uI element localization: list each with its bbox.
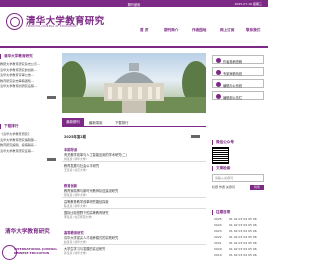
announcement-title: 清华大学教育研究: [0, 54, 58, 59]
archive-year[interactable]: 2022: [214, 235, 222, 239]
top-bar-center-text: 期刊使用: [127, 2, 141, 7]
archive-issues[interactable]: 01 02 03 04 05 06: [229, 247, 257, 251]
archive-issues[interactable]: 01 02 03 04 05 06: [229, 241, 257, 245]
nav-authors[interactable]: 作者园地: [192, 28, 206, 33]
archive-year[interactable]: 2021: [214, 241, 222, 245]
download-rank-item[interactable]: 清华大学教育研究征稿...: [0, 149, 58, 155]
main-nav: 首 页 期刊简介 作者园地 网上订阅 联系我们: [140, 28, 268, 34]
expert-review-button[interactable]: 专家审稿系统: [212, 67, 264, 76]
article-authors: 孙某某 (清华大学): [64, 250, 87, 255]
review-icon: [216, 69, 221, 75]
nav-divider: [0, 46, 268, 48]
archive-year[interactable]: 2020: [214, 247, 222, 251]
author-icon: [216, 57, 221, 63]
download-rank-panel: 下载排行 《清华大学教育研究》 清华大学教育研究编辑部... 教育研究编辑、投稿…: [0, 124, 58, 154]
wechat-title: 微信公众号: [212, 140, 234, 145]
download-rank-more-button[interactable]: [47, 158, 56, 161]
wechat-qr-code: [212, 147, 229, 164]
search-title: 文章检索: [212, 166, 230, 171]
campus-photo: [62, 53, 206, 113]
article-authors: 张某某 (清华大学): [64, 192, 87, 197]
editorial-notice-button[interactable]: 编辑部公告栏: [212, 91, 264, 100]
international-journal-banner[interactable]: INTERNATIONAL JOURNAL OF CHINESE EDUCATI…: [0, 244, 58, 266]
journal-banner[interactable]: 清华大学教育研究: [0, 227, 58, 239]
archive-year[interactable]: 2024: [214, 223, 222, 227]
international-journal-line2: CHINESE EDUCATION: [14, 251, 50, 255]
editor-office-label: 编辑办公系统: [223, 83, 243, 88]
editor-office-button[interactable]: 编辑办公系统: [212, 79, 264, 88]
top-bar: 期刊使用 2025-07-16 星期三: [0, 0, 268, 7]
tab-downloads[interactable]: 下载排行: [115, 120, 129, 125]
archive-year[interactable]: 2023: [214, 229, 222, 233]
announcement-more-button[interactable]: [47, 96, 56, 99]
editorial-notice-label: 编辑部公告栏: [223, 95, 243, 100]
content-tabs: 最新期刊 最新录用 下载排行: [62, 118, 206, 127]
archive-year[interactable]: 2025: [214, 217, 222, 221]
article-authors: 王某某 (北京大学): [64, 167, 87, 172]
editor-icon: [216, 81, 221, 87]
search-button[interactable]: 检索: [250, 185, 264, 190]
nav-home[interactable]: 首 页: [140, 28, 148, 33]
download-rank-title: 下载排行: [0, 124, 58, 129]
search-options[interactable]: 标题 作者 关键词: [212, 185, 235, 189]
issue-label: 2025年第2期: [64, 135, 86, 139]
university-seal-icon: [6, 13, 23, 30]
archive-issues[interactable]: 01 02 03 04 05 06: [229, 217, 257, 221]
announcement-panel: 清华大学教育研究 教研大学教育研究杂志公示... 清华大学教育研究的创新... …: [0, 54, 58, 90]
archive-issues[interactable]: 01 02 03 04 05 06: [229, 235, 257, 239]
issue-more-button[interactable]: [191, 135, 200, 138]
article-authors: 陈某某 (清华大学): [64, 203, 87, 208]
nav-subscribe[interactable]: 网上订阅: [220, 28, 234, 33]
site-subtitle: TSINGHUA JOURNAL OF EDUCATION: [26, 25, 77, 28]
archive-title: 往期目录: [212, 210, 230, 215]
expert-review-label: 专家审稿系统: [223, 71, 243, 76]
tab-latest-issue[interactable]: 最新期刊: [62, 118, 84, 127]
nav-contact[interactable]: 联系我们: [246, 28, 260, 33]
archive-issues[interactable]: 01 02 03 04 05 06: [229, 223, 257, 227]
issue-content: 2025年第2期 本期导读 有关教学改革与人工智能应用的学术研究(二) 刘某某 …: [62, 130, 206, 270]
tab-accepted[interactable]: 最新录用: [89, 120, 103, 125]
article-authors: 刘某某 (清华大学): [64, 156, 87, 161]
notice-icon: [216, 93, 221, 99]
search-input[interactable]: 请输入关键词: [212, 174, 264, 182]
author-submission-label: 作者投稿查稿: [223, 59, 243, 64]
announcement-item[interactable]: 清华大学教育的研究征稿...: [0, 84, 58, 90]
archive-issues[interactable]: 01 02 03 04 05 06: [229, 229, 257, 233]
article-authors: 赵某某 (清华大学): [64, 239, 87, 244]
top-bar-date: 2025-07-16 星期三: [234, 1, 262, 6]
archive-issues[interactable]: 01 02 03 04 05 06: [229, 253, 257, 257]
nav-about[interactable]: 期刊简介: [164, 28, 178, 33]
author-submission-button[interactable]: 作者投稿查稿: [212, 55, 264, 64]
article-authors: 李某某 (北京师范大学): [64, 214, 93, 219]
archive-year[interactable]: 2019: [214, 253, 222, 257]
journal-banner-text: 清华大学教育研究: [5, 229, 50, 235]
